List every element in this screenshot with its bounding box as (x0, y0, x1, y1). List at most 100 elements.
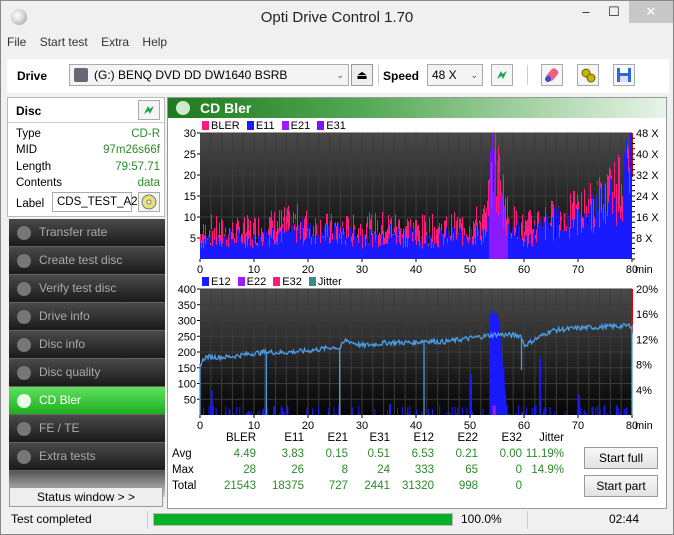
e11-bar (416, 244, 417, 259)
e11-bar (280, 231, 281, 259)
e11-bar (577, 235, 578, 259)
e11-bar (552, 217, 553, 259)
erase-button[interactable] (541, 64, 563, 86)
e11-bar (628, 171, 629, 259)
e11-bar (216, 244, 217, 259)
close-button[interactable]: ✕ (629, 1, 673, 23)
e11-bar (575, 200, 576, 259)
e11-bar (311, 244, 312, 259)
save-button[interactable] (613, 64, 635, 86)
e12-bar (480, 411, 482, 415)
e11-bar (418, 241, 419, 259)
e11-bar (359, 236, 360, 259)
e11-bar (306, 238, 307, 259)
e11-bar (574, 219, 575, 259)
e11-bar (467, 240, 468, 259)
nav-disc-quality[interactable]: Disc quality (9, 359, 165, 387)
e11-bar (247, 246, 248, 259)
e11-bar (229, 234, 230, 259)
start-full-button[interactable]: Start full (584, 447, 658, 469)
e11-bar (291, 217, 292, 259)
menu-file[interactable]: File (7, 35, 26, 49)
e11-bar (245, 248, 246, 259)
e11-bar (472, 244, 473, 259)
x-tick-label: 30 (356, 264, 368, 276)
e12-bar (449, 412, 451, 415)
e12-bar (580, 412, 582, 415)
menu-start-test[interactable]: Start test (40, 35, 88, 49)
e12-bar (229, 409, 231, 415)
e11-bar (337, 243, 338, 259)
nav-cd-bler[interactable]: CD Bler (9, 387, 165, 415)
stats-row-label: Avg (172, 448, 192, 460)
nav-transfer-rate[interactable]: Transfer rate (9, 219, 165, 247)
disc-row-length: Length 79:57.71 (16, 161, 160, 177)
e11-bar (254, 234, 255, 259)
minimize-button[interactable]: – (573, 1, 599, 23)
e11-bar (419, 246, 420, 259)
e12-bar (506, 413, 508, 415)
e11-bar (470, 237, 471, 259)
settings-button[interactable] (577, 64, 599, 86)
e11-bar (413, 228, 414, 259)
status-text: Test completed (11, 512, 92, 526)
disc-label-input[interactable]: CDS_TEST_A2 (52, 192, 138, 212)
eject-button[interactable]: ⏏ (351, 64, 373, 86)
disc-label-button[interactable] (138, 192, 160, 212)
e11-bar (446, 227, 447, 259)
e11-bar (584, 213, 585, 259)
e11-bar (279, 231, 280, 259)
nav-fe-te[interactable]: FE / TE (9, 415, 165, 443)
e11-bar (536, 242, 537, 259)
stats-column-header: BLER (225, 432, 256, 444)
e11-bar (520, 237, 521, 259)
e11-bar (208, 235, 209, 259)
e11-bar (558, 207, 559, 259)
refresh-button[interactable] (491, 64, 513, 86)
y-tick-label: 10 (184, 212, 196, 224)
e11-bar (453, 240, 454, 259)
e11-bar (438, 247, 439, 259)
nav-verify-test-disc[interactable]: Verify test disc (9, 275, 165, 303)
cd-bler-icon (176, 101, 190, 115)
e22-bar (492, 405, 496, 415)
e11-bar (375, 240, 376, 259)
verify-disc-icon (17, 282, 31, 296)
start-part-button[interactable]: Start part (584, 475, 658, 497)
menu-extra[interactable]: Extra (101, 35, 129, 49)
drive-select[interactable]: (G:) BENQ DVD DD DW1640 BSRB ⌄ (69, 64, 349, 86)
x-tick-label: 10 (248, 264, 260, 276)
nav-drive-info[interactable]: Drive info (9, 303, 165, 331)
stats-cell: 0.00 (499, 448, 522, 460)
e11-bar (277, 245, 278, 259)
nav-extra-tests[interactable]: Extra tests (9, 443, 165, 471)
e11-bar (440, 228, 441, 259)
e11-bar (594, 227, 595, 259)
e12-bar (549, 408, 551, 415)
e11-bar (623, 169, 624, 259)
e12-bar (470, 374, 472, 415)
e11-bar (499, 172, 500, 259)
e11-bar (233, 239, 234, 259)
speed-select[interactable]: 48 X ⌄ (427, 64, 483, 86)
stats-cell: 65 (465, 464, 478, 476)
e11-bar (387, 244, 388, 259)
e11-bar (330, 243, 331, 259)
x-axis-label: min (635, 264, 653, 276)
eraser-icon (545, 68, 559, 82)
disc-refresh-button[interactable] (138, 100, 160, 120)
e11-bar (578, 209, 579, 259)
status-window-button[interactable]: Status window > > (9, 487, 163, 507)
e11-bar (448, 233, 449, 259)
e11-bar (430, 234, 431, 259)
nav-create-test-disc[interactable]: Create test disc (9, 247, 165, 275)
nav-disc-info[interactable]: Disc info (9, 331, 165, 359)
e11-bar (511, 238, 512, 259)
e12-bar (533, 410, 535, 415)
menu-help[interactable]: Help (142, 35, 167, 49)
e11-bar (286, 231, 287, 259)
disc-row-mid: MID 97m26s66f (16, 144, 160, 160)
maximize-button[interactable]: ☐ (601, 1, 627, 23)
fe-te-icon (17, 422, 31, 436)
nav-label: Disc info (39, 337, 86, 351)
